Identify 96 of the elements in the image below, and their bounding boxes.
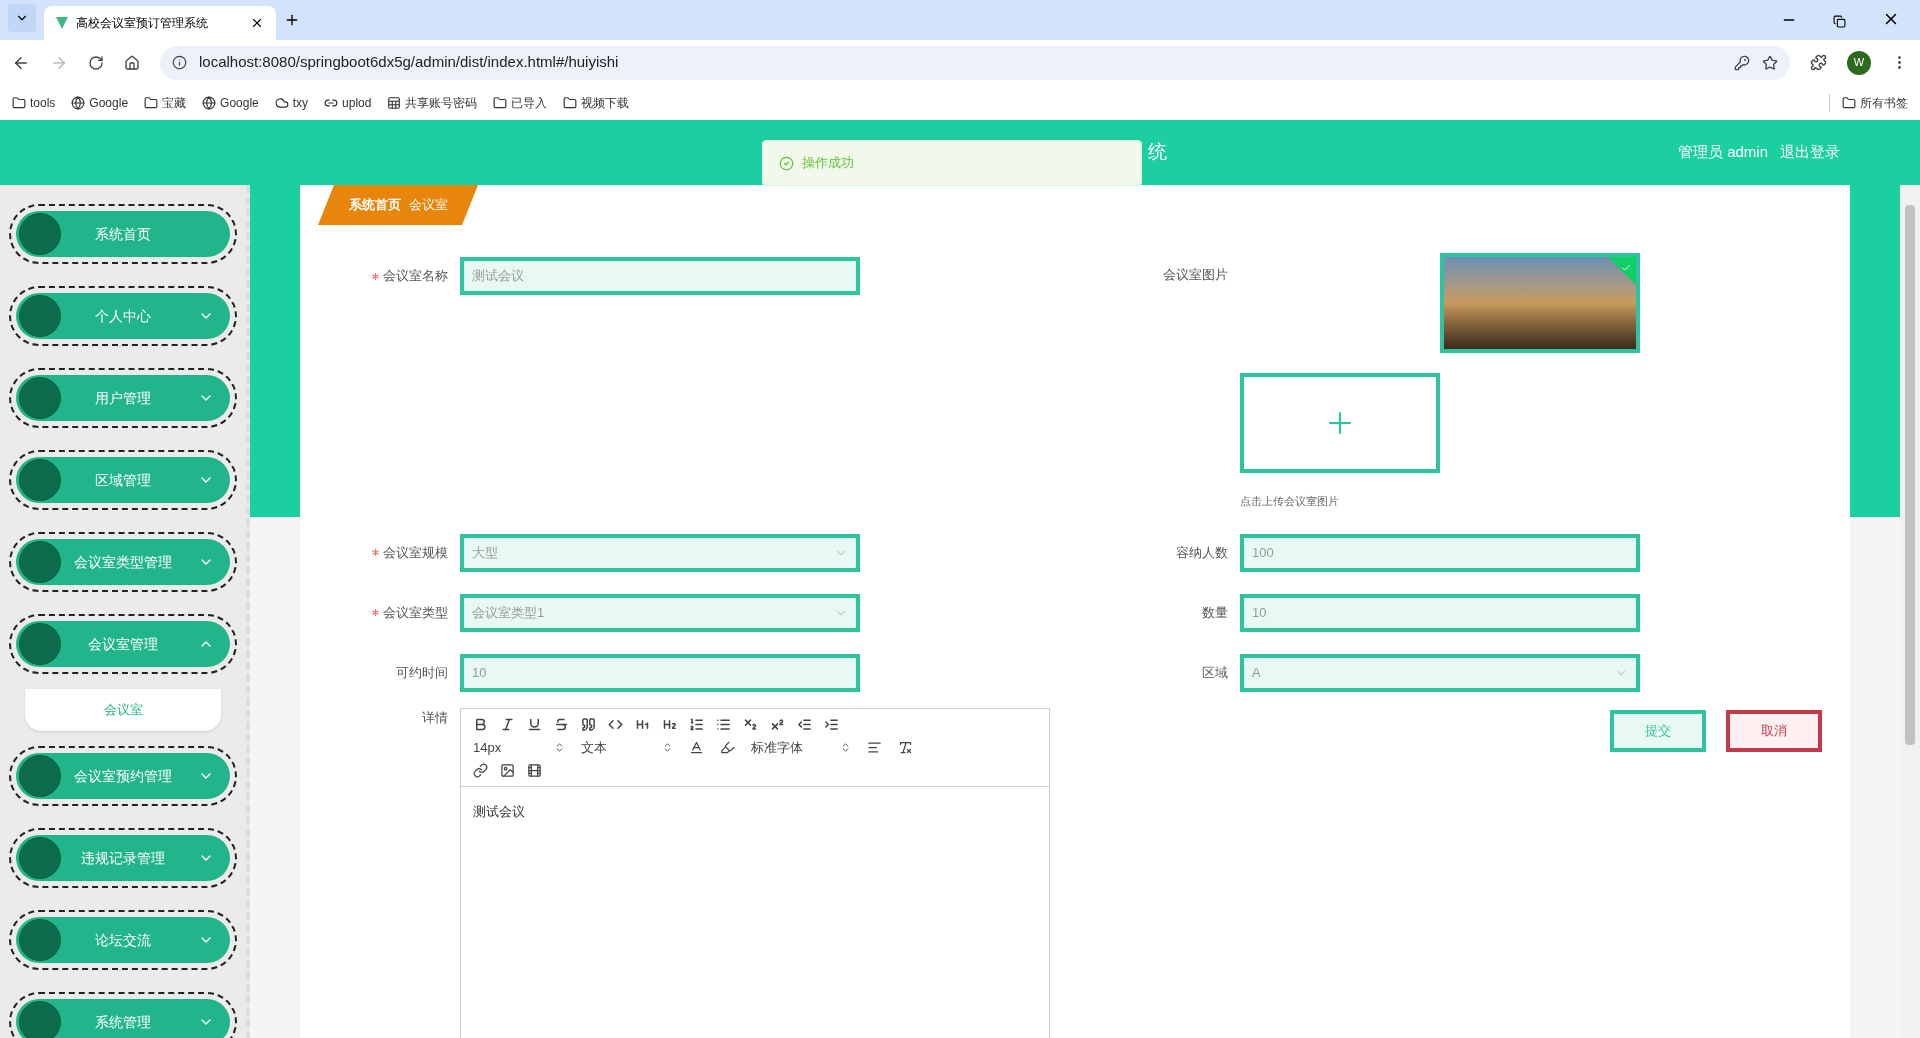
up-down-arrows-icon xyxy=(554,741,565,753)
cloud-icon xyxy=(274,95,289,110)
outdent-icon[interactable] xyxy=(797,716,812,732)
bold-icon[interactable] xyxy=(473,716,488,732)
folder-icon xyxy=(563,95,578,110)
folder-icon xyxy=(12,95,26,110)
bookmark-link[interactable]: uplod xyxy=(324,93,372,112)
field-label: 可约时间 xyxy=(396,663,448,682)
strikethrough-icon[interactable] xyxy=(554,716,569,732)
underline-icon[interactable] xyxy=(527,716,542,732)
up-down-arrows-icon xyxy=(840,741,851,753)
bullet-list-icon[interactable] xyxy=(716,716,731,732)
address-bar[interactable]: localhost:8080/springboot6dx5g/admin/dist/index.html#/huiyishi xyxy=(160,45,1790,80)
header-title: 统 xyxy=(1148,140,1167,165)
sheet-icon xyxy=(387,95,402,110)
select-field[interactable]: 大型 xyxy=(460,533,860,572)
submit-button[interactable]: 提交 xyxy=(1610,709,1706,752)
indent-icon[interactable] xyxy=(824,716,839,732)
cancel-button[interactable]: 取消 xyxy=(1726,709,1822,752)
picker-dropdown[interactable]: 标准字体 xyxy=(751,737,851,757)
sidebar-menu-item[interactable]: 论坛交流 xyxy=(16,917,230,963)
folder-icon xyxy=(144,95,159,110)
picker-dropdown[interactable]: 文本 xyxy=(581,737,673,757)
input-field[interactable]: 测试会议 xyxy=(460,257,860,295)
profile-avatar[interactable]: W xyxy=(1847,50,1871,75)
sidebar-menu-item[interactable]: 系统管理 xyxy=(16,999,230,1038)
highlight-icon[interactable] xyxy=(720,739,735,755)
folder-icon xyxy=(493,95,508,110)
bookmark-folder-link[interactable]: 所有书签 xyxy=(1829,93,1908,112)
text-color-icon[interactable] xyxy=(689,739,704,755)
info-icon xyxy=(172,55,187,70)
bookmark-link[interactable]: Google xyxy=(71,93,129,112)
close-icon[interactable] xyxy=(250,16,264,30)
success-icon xyxy=(779,155,794,171)
sidebar-menu-item[interactable]: 会议室预约管理 xyxy=(16,753,230,799)
field-label: 详情 xyxy=(421,708,449,727)
logout-link[interactable]: 退出登录 xyxy=(1780,141,1840,164)
italic-icon[interactable] xyxy=(500,716,515,732)
align-icon[interactable] xyxy=(867,739,882,755)
browser-tab[interactable]: 高校会议室预订管理系统 xyxy=(44,6,276,40)
globe-icon xyxy=(202,95,217,110)
ordered-list-icon[interactable] xyxy=(689,716,704,732)
select-field[interactable]: 会议室类型1 xyxy=(460,593,860,632)
breadcrumb-current: 会议室 xyxy=(408,196,448,215)
sidebar-menu-item[interactable]: 个人中心 xyxy=(16,293,230,339)
submenu-item[interactable]: 会议室 xyxy=(25,689,221,731)
field-label: 容纳人数 xyxy=(1176,543,1228,562)
bookmark-link[interactable]: txy xyxy=(274,93,309,112)
superscript-icon[interactable] xyxy=(770,716,785,732)
bookmark-link[interactable]: 视频下载 xyxy=(563,93,630,112)
globe-icon xyxy=(71,95,86,110)
tab-title: 高校会议室预订管理系统 xyxy=(76,15,209,31)
upload-hint: 点击上传会议室图片 xyxy=(1240,494,1340,509)
toast-text: 操作成功 xyxy=(802,154,854,173)
star-icon[interactable] xyxy=(1762,54,1778,71)
select-field[interactable]: A xyxy=(1240,653,1640,692)
bookmark-link[interactable]: 共享账号密码 xyxy=(387,93,478,112)
reload-icon[interactable] xyxy=(88,54,104,71)
key-icon[interactable] xyxy=(1734,54,1750,71)
extensions-icon[interactable] xyxy=(1810,54,1827,71)
clear-format-icon[interactable] xyxy=(898,739,913,755)
sidebar-menu-item[interactable]: 会议室类型管理 xyxy=(16,539,230,585)
folder-icon xyxy=(1842,95,1856,110)
vue-logo-icon xyxy=(56,17,68,29)
sidebar-menu-item[interactable]: 用户管理 xyxy=(16,375,230,421)
url-text: localhost:8080/springboot6dx5g/admin/dist/index.html#/huiyishi xyxy=(199,52,619,73)
field-label: 数量 xyxy=(1202,603,1228,622)
user-name: 管理员 admin xyxy=(1677,142,1768,163)
input-field[interactable]: 100 xyxy=(1240,533,1640,572)
breadcrumb-link[interactable]: 系统首页 xyxy=(348,195,401,215)
bookmark-link[interactable]: Google xyxy=(202,93,259,112)
bookmark-link[interactable]: 宝藏 xyxy=(144,93,187,112)
field-label: 会议室类型 xyxy=(383,603,448,622)
subscript-icon[interactable] xyxy=(743,716,758,732)
sidebar-menu-item[interactable]: 系统首页 xyxy=(16,211,230,257)
restore-icon[interactable] xyxy=(1833,15,1846,28)
bookmark-link[interactable]: 已导入 xyxy=(493,93,548,112)
link-icon[interactable] xyxy=(473,763,488,778)
sidebar-menu-item[interactable]: 区域管理 xyxy=(16,457,230,503)
video-icon[interactable] xyxy=(527,763,542,778)
field-label: 会议室规模 xyxy=(383,543,448,562)
field-label: 会议室图片 xyxy=(1162,266,1229,284)
sidebar-menu-item[interactable]: 会议室管理 xyxy=(16,621,230,667)
image-icon[interactable] xyxy=(500,763,515,778)
sidebar-menu-item[interactable]: 违规记录管理 xyxy=(16,835,230,881)
picker-dropdown[interactable]: 14px xyxy=(473,737,565,757)
input-field[interactable]: 10 xyxy=(1240,593,1640,632)
bookmark-link[interactable]: tools xyxy=(12,93,56,112)
editor-text: 测试会议 xyxy=(473,804,525,819)
home-icon[interactable] xyxy=(124,54,140,71)
field-label: 会议室名称 xyxy=(383,267,448,286)
field-label: 区域 xyxy=(1202,663,1228,682)
input-field[interactable]: 10 xyxy=(460,653,860,692)
up-down-arrows-icon xyxy=(662,741,673,753)
quote-icon[interactable] xyxy=(581,716,596,732)
new-tab-icon[interactable] xyxy=(284,12,300,28)
